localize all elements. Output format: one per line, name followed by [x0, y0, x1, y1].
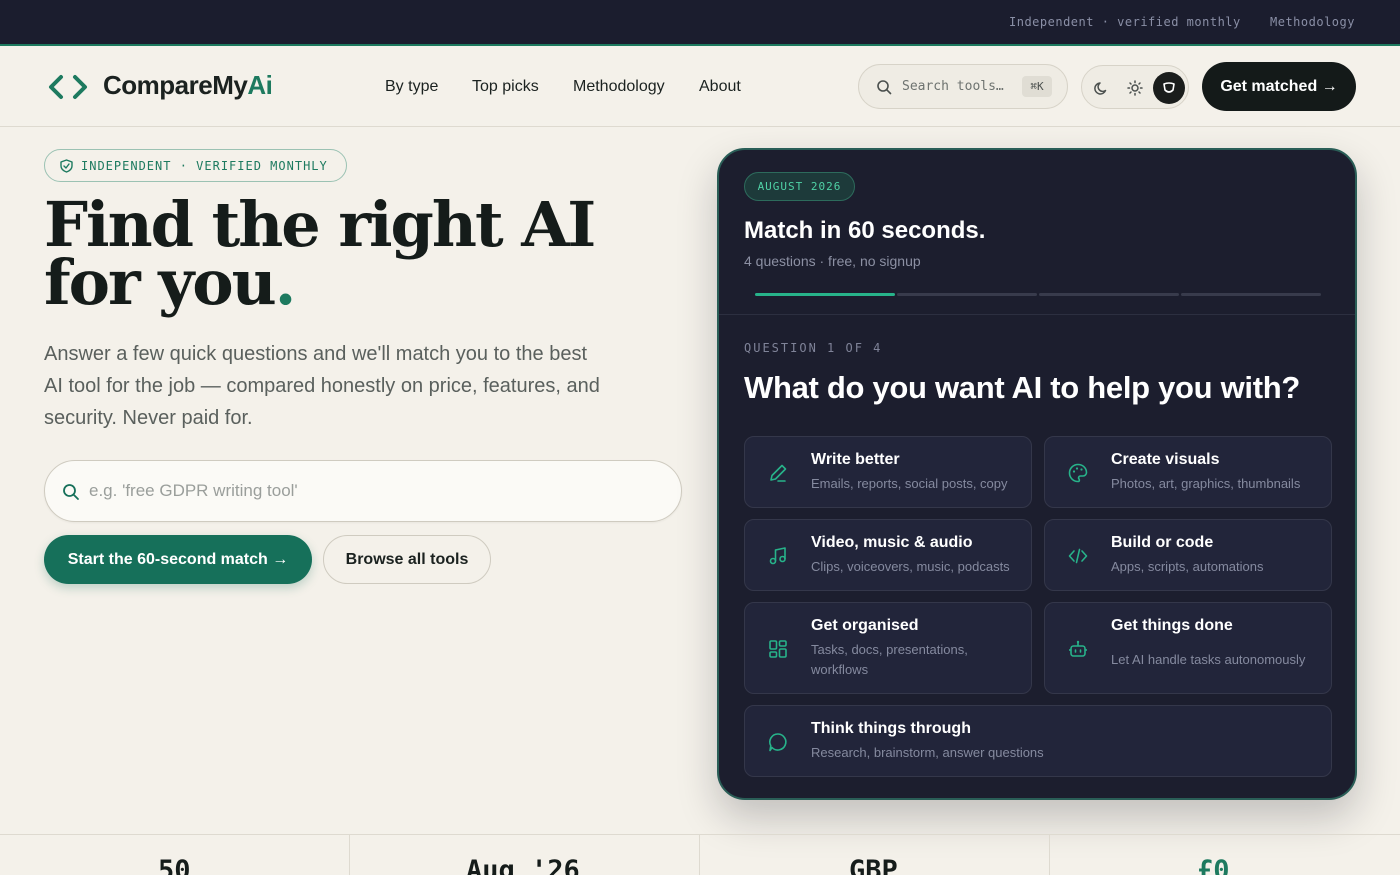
stat-currency: GBP [700, 835, 1050, 875]
nav-about[interactable]: About [699, 78, 741, 96]
stats-strip: 50 Aug '26 GBP £0 [0, 834, 1400, 875]
monitor-icon [1163, 82, 1175, 93]
progress-segment-2 [897, 293, 1037, 296]
header-search-placeholder: Search tools… [902, 79, 1004, 94]
shield-check-icon [60, 159, 73, 173]
option-think-things-through[interactable]: Think things through Research, brainstor… [744, 705, 1332, 777]
progress-segment-1 [755, 293, 895, 296]
option-title: Get organised [811, 617, 919, 634]
quiz-card: AUGUST 2026 Match in 60 seconds. 4 quest… [717, 148, 1357, 800]
option-video-music-audio[interactable]: Video, music & audio Clips, voiceovers, … [744, 519, 1032, 591]
chat-bubble-icon [769, 733, 787, 752]
keyboard-shortcut-badge: ⌘K [1022, 76, 1052, 97]
theme-switcher [1081, 65, 1189, 109]
start-match-button[interactable]: Start the 60-second match → [44, 535, 312, 584]
option-description: Photos, art, graphics, thumbnails [1111, 476, 1301, 491]
option-title: Build or code [1111, 534, 1214, 551]
code-icon [1068, 548, 1088, 564]
hero-subtitle: Answer a few quick questions and we'll m… [44, 343, 600, 429]
option-title: Think things through [811, 720, 971, 737]
question-text: What do you want AI to help you with? [744, 370, 1301, 405]
site-header: CompareMyAi By type Top picks Methodolog… [0, 46, 1400, 127]
verification-badge-text: INDEPENDENT · VERIFIED MONTHLY [81, 159, 328, 173]
palette-icon [1068, 463, 1088, 483]
announcement-bar: Independent · verified monthly Methodolo… [0, 0, 1400, 46]
logo-name-accent: Ai [247, 70, 273, 100]
dark-mode-button[interactable] [1086, 72, 1118, 104]
stat-value: 50 [158, 855, 191, 875]
hero-headline: Find the right AI for you. [44, 194, 684, 314]
option-description: Tasks, docs, presentations, workflows [811, 642, 968, 677]
quiz-subtitle: 4 questions · free, no signup [744, 253, 921, 269]
option-title: Create visuals [1111, 451, 1220, 468]
month-badge: AUGUST 2026 [744, 172, 855, 201]
header-search[interactable]: Search tools… ⌘K [858, 64, 1068, 109]
logo-wordmark[interactable]: CompareMyAi [103, 70, 273, 101]
stat-price: £0 [1050, 835, 1400, 875]
headline-accent-dot: . [274, 246, 297, 319]
headline-line-2: for you [44, 246, 277, 319]
option-build-or-code[interactable]: Build or code Apps, scripts, automations [1044, 519, 1332, 591]
question-counter: QUESTION 1 OF 4 [744, 341, 883, 355]
stat-tools-count: 50 [0, 835, 350, 875]
verification-badge: INDEPENDENT · VERIFIED MONTHLY [44, 149, 347, 182]
browse-tools-button[interactable]: Browse all tools [323, 535, 491, 584]
progress-segment-4 [1181, 293, 1321, 296]
announcement-tagline: Independent · verified monthly [1009, 15, 1241, 29]
robot-icon [1069, 640, 1087, 657]
option-get-things-done[interactable]: Get things done Let AI handle tasks auto… [1044, 602, 1332, 694]
stat-value: Aug '26 [466, 855, 580, 875]
light-mode-button[interactable] [1119, 72, 1151, 104]
option-description: Clips, voiceovers, music, podcasts [811, 559, 1010, 574]
progress-segment-3 [1039, 293, 1179, 296]
music-note-icon [769, 547, 786, 565]
option-get-organised[interactable]: Get organised Tasks, docs, presentations… [744, 602, 1032, 694]
nav-by-type[interactable]: By type [385, 78, 438, 96]
search-icon [63, 484, 79, 500]
code-brackets-logo-icon [49, 75, 87, 99]
system-theme-button[interactable] [1153, 72, 1185, 104]
hero-search-box [44, 460, 682, 522]
option-description: Emails, reports, social posts, copy [811, 476, 1008, 491]
card-divider [719, 314, 1355, 315]
layout-grid-icon [769, 640, 787, 658]
stat-value: GBP [849, 855, 898, 875]
option-write-better[interactable]: Write better Emails, reports, social pos… [744, 436, 1032, 508]
option-description: Research, brainstorm, answer questions [811, 745, 1044, 760]
option-create-visuals[interactable]: Create visuals Photos, art, graphics, th… [1044, 436, 1332, 508]
sun-icon [1127, 80, 1143, 96]
option-title: Write better [811, 451, 900, 468]
option-title: Video, music & audio [811, 534, 973, 551]
moon-icon [1094, 82, 1107, 95]
nav-top-picks[interactable]: Top picks [472, 78, 539, 96]
option-description: Let AI handle tasks autonomously [1111, 652, 1306, 667]
hero-search-input[interactable] [89, 475, 649, 507]
logo-name-part: CompareMy [103, 70, 248, 100]
option-title: Get things done [1111, 617, 1233, 634]
get-matched-button[interactable]: Get matched → [1202, 62, 1356, 111]
option-description: Apps, scripts, automations [1111, 559, 1264, 574]
stat-last-verified: Aug '26 [350, 835, 700, 875]
search-icon [877, 80, 892, 95]
pencil-icon [770, 464, 787, 482]
nav-methodology[interactable]: Methodology [573, 78, 665, 96]
quiz-title: Match in 60 seconds. [744, 217, 986, 244]
stat-value: £0 [1197, 855, 1230, 875]
announcement-methodology-link[interactable]: Methodology [1270, 15, 1355, 29]
